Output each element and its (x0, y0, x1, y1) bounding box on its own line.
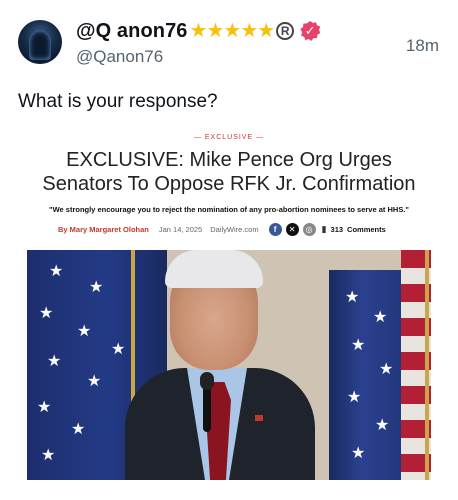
name-row: @Q anon76 ★ ★ ★ ★ ★ R ✓ (76, 18, 321, 44)
star-icon: ★ (257, 20, 276, 42)
flag-star: ★ (345, 289, 360, 306)
flag-star: ★ (379, 361, 394, 378)
facebook-icon: f (268, 222, 282, 236)
article-byline: By Mary Margaret Olohan Jan 14, 2025 Dai… (58, 222, 386, 236)
registered-icon: R (276, 22, 295, 40)
display-name[interactable]: @Q anon76 (76, 20, 188, 43)
media-card[interactable]: — EXCLUSIVE — EXCLUSIVE: Mike Pence Org … (18, 126, 440, 488)
flag-pole (425, 250, 429, 480)
article-photo: ★ ★ ★ ★ ★ ★ ★ ★ ★ ★ ★ ★ ★ ★ ★ ★ ★ (27, 250, 431, 480)
star-rating: ★ ★ ★ ★ ★ (189, 20, 276, 42)
flag-star: ★ (41, 447, 56, 464)
star-icon: ★ (189, 20, 208, 42)
flag-star: ★ (87, 373, 102, 390)
flag-star: ★ (111, 341, 126, 358)
flag-star: ★ (77, 323, 92, 340)
lapel-pin (255, 415, 263, 421)
flag-star: ★ (351, 445, 366, 462)
flag-star: ★ (37, 399, 52, 416)
comment-count: 313 (330, 224, 344, 234)
verified-badge-icon: ✓ (300, 21, 321, 41)
article-kicker: — EXCLUSIVE — (193, 134, 265, 141)
post-timestamp[interactable]: 18m (406, 36, 439, 56)
flag-star: ★ (71, 421, 86, 438)
flag-star: ★ (49, 263, 64, 280)
post-text: What is your response? (18, 91, 218, 112)
article-headline: EXCLUSIVE: Mike Pence Org Urges Senators… (42, 149, 416, 195)
article-quote: "We strongly encourage you to reject the… (49, 205, 409, 214)
star-icon: ★ (240, 20, 259, 42)
flag-star: ★ (47, 353, 62, 370)
x-icon: ✕ (285, 222, 299, 236)
article-author: By Mary Margaret Olohan (58, 224, 149, 234)
flag-star: ★ (375, 417, 390, 434)
user-handle[interactable]: @Qanon76 (76, 47, 163, 67)
flag-star: ★ (347, 389, 362, 406)
article-date: Jan 14, 2025 (158, 224, 203, 234)
flag-star: ★ (351, 337, 366, 354)
flag-star: ★ (89, 279, 104, 296)
star-icon: ★ (206, 20, 225, 42)
flag-star: ★ (373, 309, 388, 326)
comment-icon: ▮ (321, 223, 327, 234)
microphone-head (200, 372, 214, 390)
share-icon: ◎ (302, 222, 316, 236)
article-site: DailyWire.com (210, 224, 259, 234)
star-icon: ★ (223, 20, 242, 42)
person-hair (165, 250, 263, 288)
comment-label: Comments (347, 224, 386, 234)
avatar[interactable] (18, 20, 62, 64)
flag-star: ★ (39, 305, 54, 322)
